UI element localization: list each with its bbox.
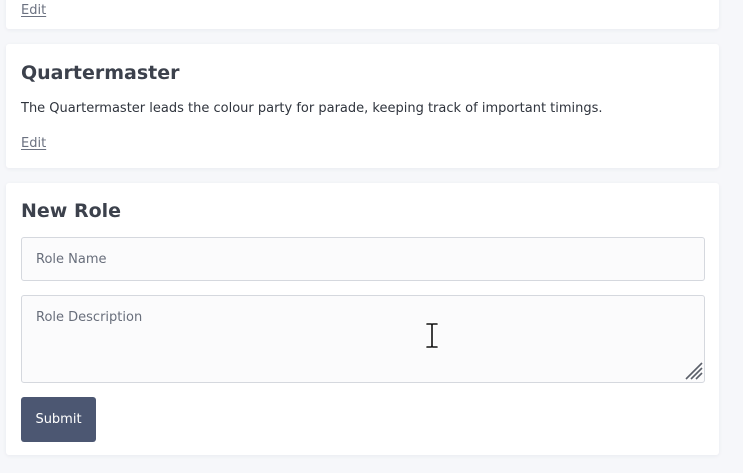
role-description-input[interactable] (21, 295, 705, 383)
resize-grip-icon[interactable] (682, 359, 704, 381)
new-role-form: New Role Submit (6, 183, 719, 455)
edit-link[interactable]: Edit (21, 3, 46, 18)
role-title: Quartermaster (21, 62, 180, 84)
role-card-quartermaster: Quartermaster The Quartermaster leads th… (6, 44, 719, 168)
submit-button[interactable]: Submit (21, 397, 96, 442)
text-cursor-icon (425, 322, 439, 349)
role-description: The Quartermaster leads the colour party… (21, 101, 603, 116)
edit-link[interactable]: Edit (21, 136, 46, 151)
role-name-input[interactable] (21, 237, 705, 281)
role-card-previous: Edit (6, 0, 719, 29)
form-heading: New Role (21, 200, 122, 222)
